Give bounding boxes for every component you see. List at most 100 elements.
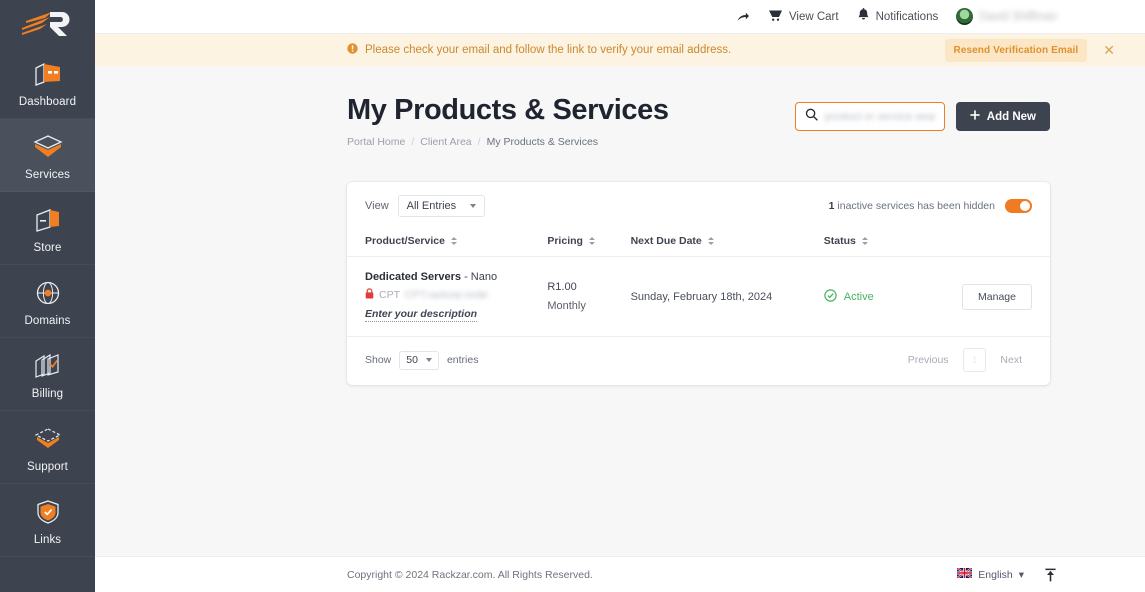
search-input[interactable]: product or service search (825, 111, 935, 123)
breadcrumb-item-client-area[interactable]: Client Area (420, 136, 471, 148)
sort-icon (588, 237, 595, 245)
sidebar-item-domains[interactable]: Domains (0, 265, 95, 338)
footer-actions: English ▾ (956, 567, 1057, 582)
table-head: Product/Service Pricing Next Due Date St… (347, 228, 1050, 257)
language-selector[interactable]: English ▾ (956, 567, 1024, 581)
services-table: Product/Service Pricing Next Due Date St… (347, 228, 1050, 337)
product-name: Dedicated Servers - Nano (365, 271, 547, 283)
sort-icon (450, 237, 457, 245)
hostname-prefix: CPT (379, 289, 400, 301)
check-circle-icon (824, 288, 837, 305)
manage-button[interactable]: Manage (962, 283, 1032, 310)
scroll-to-top-icon[interactable] (1044, 568, 1057, 582)
column-header-status[interactable]: Status (823, 228, 963, 257)
chevron-down-icon (470, 204, 477, 208)
product-group: Dedicated Servers (365, 271, 461, 283)
table-footer: Show 50 entries Previous 1 Next (347, 337, 1050, 385)
banner-actions: Resend Verification Email ✕ (944, 38, 1115, 62)
table-controls: View All Entries 1 inactive services has… (347, 182, 1050, 228)
view-filter-select[interactable]: All Entries (397, 195, 486, 217)
column-header-actions (962, 228, 1050, 257)
resend-verification-email-button[interactable]: Resend Verification Email (944, 38, 1088, 62)
support-box-icon (32, 422, 64, 456)
show-inactive-toggle[interactable] (1005, 199, 1032, 213)
copyright-text: Copyright © 2024 Rackzar.com. All Rights… (347, 568, 593, 581)
column-header-next-due-date[interactable]: Next Due Date (630, 228, 824, 257)
top-bar: View Cart Notifications David Shiffman (95, 0, 1145, 34)
page-header: My Products & Services Portal Home / Cli… (347, 94, 1050, 148)
services-box-icon (32, 130, 64, 164)
services-card: View All Entries 1 inactive services has… (347, 182, 1050, 385)
view-cart-label: View Cart (788, 10, 839, 23)
entries-label: entries (446, 354, 479, 366)
sidebar-item-label: Domains (24, 314, 71, 327)
product-dash: - (464, 271, 468, 283)
sidebar-item-support[interactable]: Support (0, 411, 95, 484)
plus-icon (970, 110, 980, 123)
status-badge: Active (843, 290, 874, 303)
sidebar-item-label: Services (25, 168, 70, 181)
sort-icon (861, 237, 868, 245)
column-label: Status (823, 235, 856, 247)
app-root: Dashboard Services Store Domains Billing… (0, 0, 1145, 592)
column-label: Product/Service (365, 235, 445, 247)
sidebar-item-label: Links (33, 533, 62, 546)
shield-check-icon (34, 495, 62, 529)
globe-icon (33, 276, 63, 310)
info-circle-icon (347, 43, 358, 57)
price-amount: R1.00 (547, 281, 577, 293)
search-field[interactable]: product or service search (794, 102, 945, 131)
view-filter-value: All Entries (406, 200, 457, 212)
enter-description-link[interactable]: Enter your description (365, 308, 478, 322)
billing-invoices-icon (32, 349, 64, 383)
page-size-select[interactable]: 50 (399, 350, 439, 370)
table-header-row: Product/Service Pricing Next Due Date St… (347, 228, 1050, 257)
show-label: Show (365, 354, 392, 366)
hidden-count: 1 (828, 200, 835, 212)
main-column: View Cart Notifications David Shiffman P… (95, 0, 1145, 592)
page-title-group: My Products & Services Portal Home / Cli… (347, 94, 795, 148)
column-header-product[interactable]: Product/Service (347, 228, 548, 257)
cell-product: Dedicated Servers - Nano CPT CPT.rackzar… (347, 256, 548, 337)
banner-message-group: Please check your email and follow the l… (347, 43, 731, 57)
column-header-pricing[interactable]: Pricing (547, 228, 631, 257)
hostname-line: CPT CPT.rackzar.node (365, 288, 547, 302)
page-content: My Products & Services Portal Home / Cli… (95, 66, 1145, 556)
sidebar-item-dashboard[interactable]: Dashboard (0, 46, 95, 119)
user-menu[interactable]: David Shiffman (956, 8, 1057, 25)
sidebar-item-label: Billing (31, 387, 64, 400)
cell-actions: Manage (962, 256, 1050, 337)
cart-icon (768, 8, 783, 25)
close-icon[interactable]: ✕ (1103, 43, 1115, 57)
view-cart-link[interactable]: View Cart (768, 8, 839, 25)
toggle-knob (1020, 201, 1030, 211)
page-number-button[interactable]: 1 (962, 348, 987, 372)
page-title: My Products & Services (347, 94, 669, 126)
chevron-down-icon (425, 358, 432, 362)
pagination: Previous 1 Next (898, 348, 1032, 372)
breadcrumb-item-portal-home[interactable]: Portal Home (347, 136, 405, 148)
header-actions: product or service search Add New (794, 94, 1050, 131)
breadcrumb-separator: / (411, 136, 415, 148)
sidebar-item-links[interactable]: Links (0, 484, 95, 557)
dashboard-icon (33, 57, 63, 91)
previous-page-button[interactable]: Previous (898, 348, 959, 372)
search-icon (805, 108, 818, 126)
brand-logo[interactable] (0, 0, 95, 46)
hostname-value: CPT.rackzar.node (405, 289, 488, 301)
page-footer: Copyright © 2024 Rackzar.com. All Rights… (95, 556, 1145, 592)
add-new-button[interactable]: Add New (955, 102, 1050, 131)
share-arrow-icon[interactable] (736, 10, 750, 24)
page-size-value: 50 (406, 354, 418, 366)
sidebar-item-services[interactable]: Services (0, 119, 95, 192)
bell-icon (857, 8, 870, 25)
sidebar-item-label: Support (27, 460, 68, 473)
notifications-link[interactable]: Notifications (857, 8, 938, 25)
caret-down-icon: ▾ (1018, 568, 1024, 581)
sidebar-item-store[interactable]: Store (0, 192, 95, 265)
sort-icon (707, 237, 714, 245)
hidden-services-note: 1 inactive services has been hidden (829, 199, 1032, 213)
sidebar-item-billing[interactable]: Billing (0, 338, 95, 411)
product-plan: Nano (470, 271, 498, 283)
next-page-button[interactable]: Next (990, 348, 1032, 372)
